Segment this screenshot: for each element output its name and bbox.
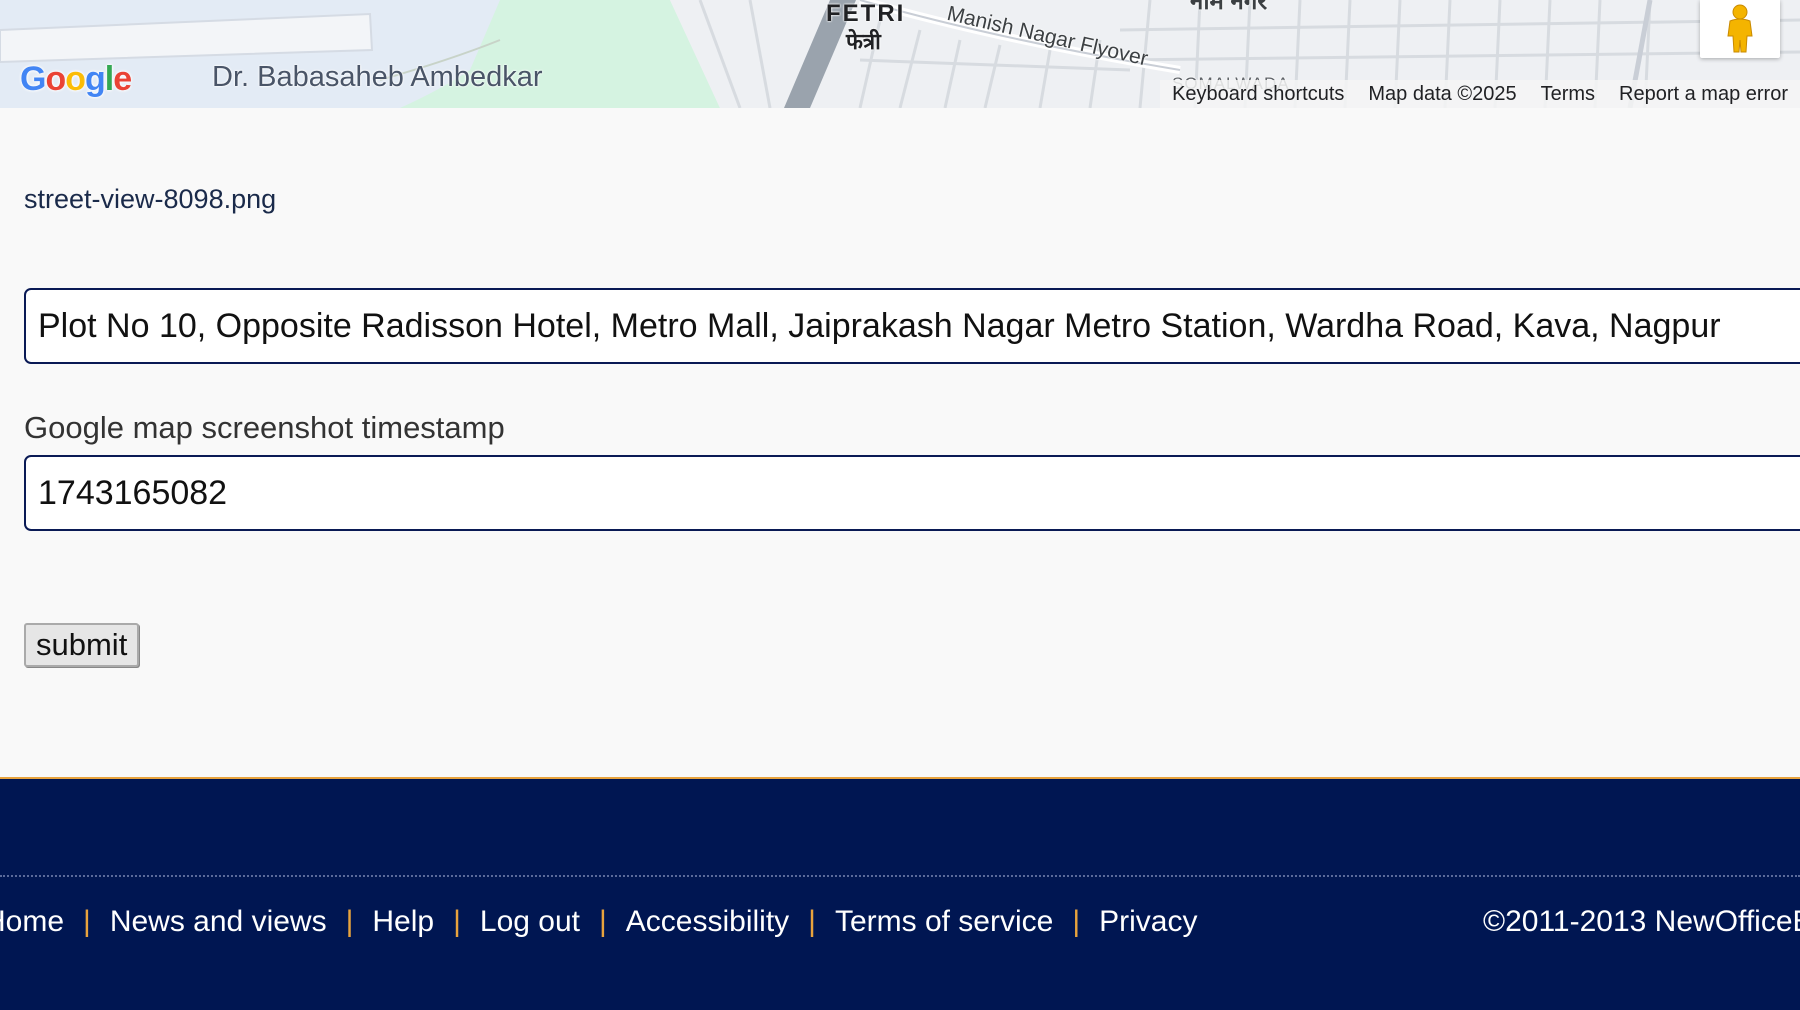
footer-link-accessibility[interactable]: Accessibility [626, 905, 789, 939]
footer-link-home[interactable]: Home [0, 905, 64, 939]
pegman-icon [1727, 4, 1753, 53]
copyright-text: ©2011-2013 NewOfficeEurope [1483, 905, 1800, 938]
report-map-error-link[interactable]: Report a map error [1619, 83, 1788, 106]
map-attribution-bar: Keyboard shortcuts Map data ©2025 Terms … [1160, 80, 1800, 108]
map-label-ambedkar: Dr. Babasaheb Ambedkar [212, 61, 543, 93]
footer-separator: | [83, 905, 91, 938]
footer-divider [0, 875, 1800, 877]
submit-button[interactable]: submit [24, 623, 140, 667]
site-footer: Home | News and views | Help | Log out |… [0, 777, 1800, 1010]
footer-nav: Home | News and views | Help | Log out |… [0, 905, 1198, 939]
footer-link-help[interactable]: Help [372, 905, 434, 939]
footer-link-log-out[interactable]: Log out [480, 905, 580, 939]
map-label-fetri-devanagari: फेत्री [846, 29, 881, 54]
google-logo-letter: g [85, 60, 106, 98]
footer-separator: | [453, 905, 461, 938]
footer-link-news-and-views[interactable]: News and views [110, 905, 327, 939]
footer-separator: | [345, 905, 354, 938]
footer-separator: | [598, 905, 607, 938]
map-view[interactable]: Dr. Babasaheb Ambedkar नामं नगर FETRI फे… [0, 0, 1800, 108]
form-area: street-view-8098.png Google map screensh… [0, 108, 1800, 777]
map-label-top-hindi: नामं नगर [1190, 0, 1268, 15]
terms-link[interactable]: Terms [1541, 83, 1595, 106]
map-label-fetri: FETRI [826, 0, 906, 27]
keyboard-shortcuts-link[interactable]: Keyboard shortcuts [1172, 83, 1344, 106]
footer-link-terms-of-service[interactable]: Terms of service [835, 905, 1053, 939]
footer-separator: | [1072, 905, 1081, 938]
map-data-text: Map data ©2025 [1368, 82, 1517, 105]
google-logo-letter: G [20, 60, 46, 98]
footer-link-privacy[interactable]: Privacy [1099, 905, 1197, 939]
google-logo-letter: o [45, 60, 66, 98]
uploaded-file-name: street-view-8098.png [24, 184, 277, 214]
google-logo-letter: e [113, 60, 132, 98]
pegman-button[interactable] [1700, 0, 1780, 58]
timestamp-input[interactable] [24, 455, 1800, 531]
google-logo-letter: o [65, 60, 86, 98]
timestamp-label: Google map screenshot timestamp [24, 410, 505, 445]
footer-separator: | [808, 905, 816, 938]
google-logo-letter: l [104, 60, 115, 98]
address-input[interactable] [24, 288, 1800, 364]
google-logo: Google [20, 60, 132, 99]
